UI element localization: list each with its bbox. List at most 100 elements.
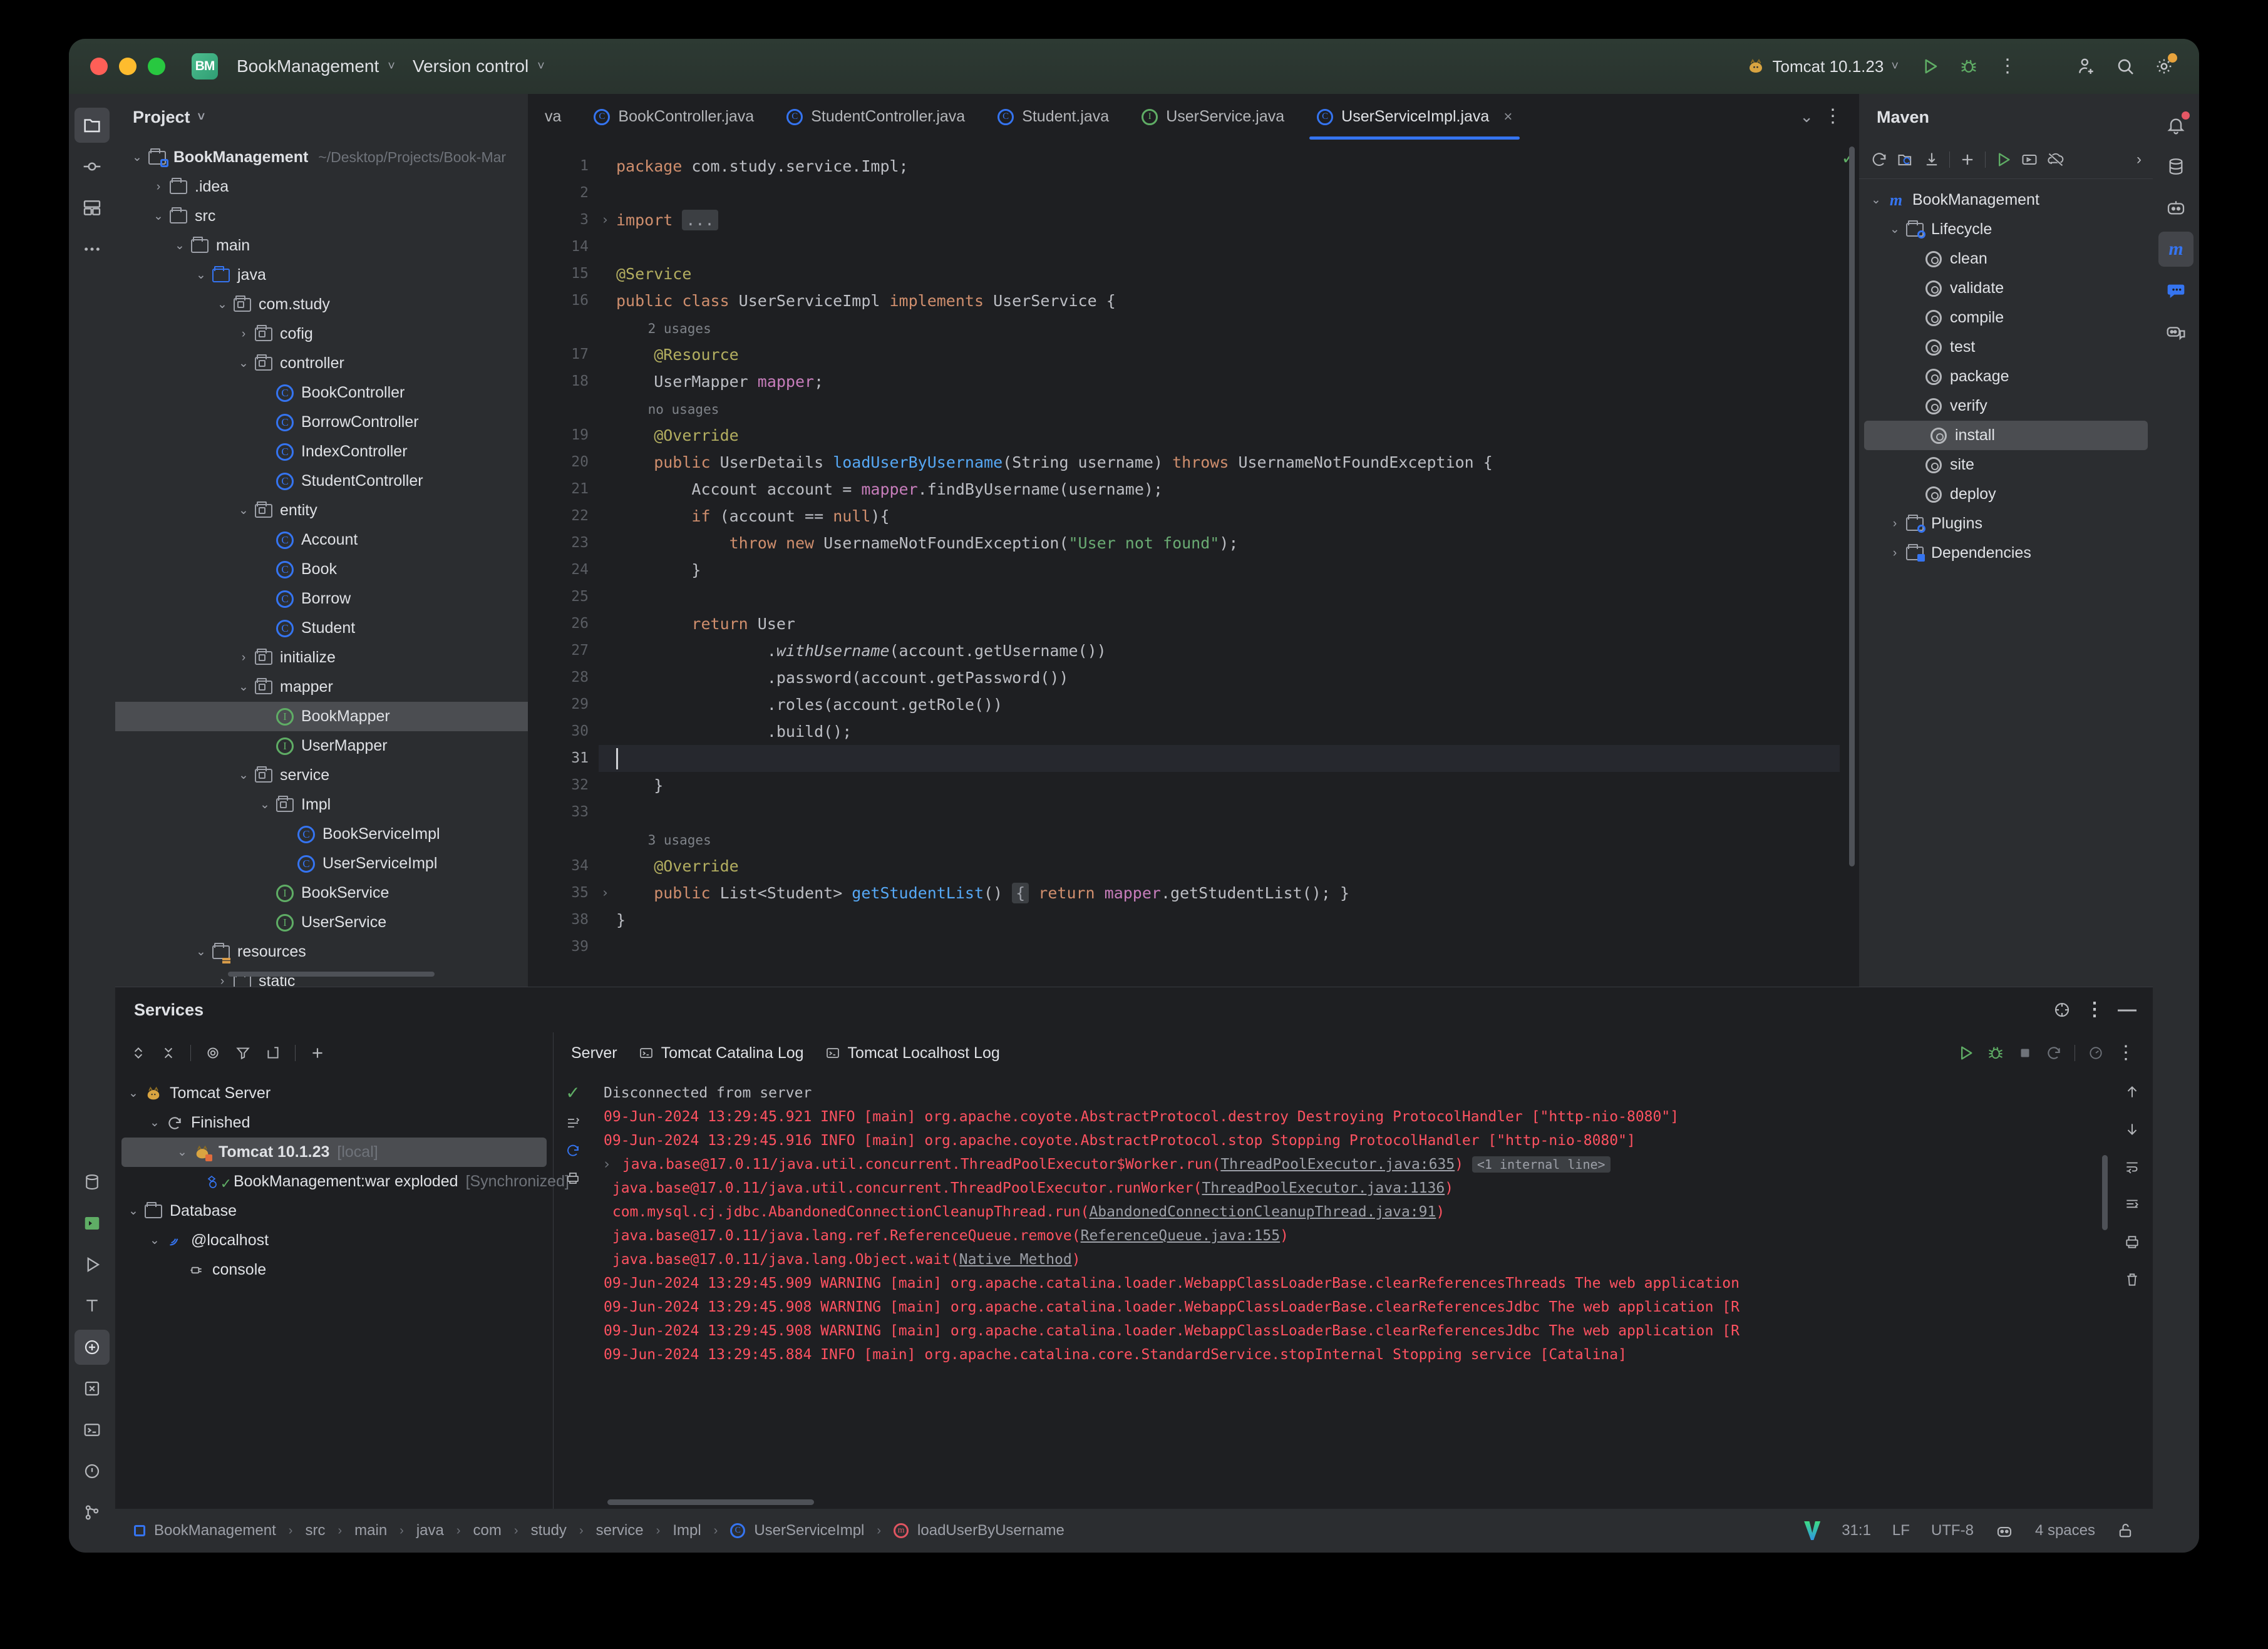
project-tree-row[interactable]: CUserServiceImpl <box>115 849 528 878</box>
gutter-line-number[interactable]: 20I <box>528 449 599 476</box>
breadcrumb-item[interactable]: UserServiceImpl <box>754 1522 864 1539</box>
chevron-right-icon[interactable]: › <box>1885 547 1904 560</box>
chevron-down-icon[interactable]: ⌄ <box>234 356 253 371</box>
indent-setting[interactable]: 4 spaces <box>2035 1522 2095 1539</box>
ai-assistant-icon[interactable] <box>1995 1521 2014 1540</box>
ai-assistant-rail-icon[interactable] <box>2158 314 2193 349</box>
maven-tree-row[interactable]: test <box>1859 332 2153 362</box>
maven-tree-row[interactable]: package <box>1859 362 2153 391</box>
watch-icon[interactable] <box>205 1045 221 1061</box>
project-tree-row[interactable]: CStudent <box>115 614 528 643</box>
console-output[interactable]: Disconnected from server09-Jun-2024 13:2… <box>592 1074 2111 1509</box>
code-line[interactable] <box>599 234 1840 260</box>
chevron-right-icon[interactable]: › <box>1885 517 1904 531</box>
editor-gutter[interactable]: 12314151617181920I2122232425262728293031… <box>528 140 599 987</box>
console-tab[interactable]: Server <box>571 1044 617 1062</box>
maven-tree-row[interactable]: clean <box>1859 244 2153 274</box>
code-line[interactable]: public class UserServiceImpl implements … <box>599 287 1840 314</box>
project-tree-horizontal-scrollbar[interactable] <box>228 972 435 977</box>
project-tree-row[interactable]: CBorrowController <box>115 408 528 437</box>
project-tree-row[interactable]: IUserService <box>115 908 528 937</box>
services-tree-row[interactable]: console <box>115 1255 553 1285</box>
project-tree-row[interactable]: ›static <box>115 967 528 987</box>
breadcrumb-item[interactable]: loadUserByUsername <box>917 1522 1064 1539</box>
run-icon[interactable] <box>1994 151 2012 168</box>
project-tree-row[interactable]: ⌄main <box>115 231 528 260</box>
gutter-line-number[interactable]: 28 <box>528 664 599 691</box>
project-tree-row[interactable]: ⌄resources <box>115 937 528 967</box>
code-line[interactable]: .password(account.getPassword()) <box>599 664 1840 691</box>
chevron-down-icon[interactable]: ⌄ <box>234 768 253 783</box>
stacktrace-link[interactable]: AbandonedConnectionCleanupThread.java:91 <box>1089 1204 1436 1220</box>
sidebar-item-problems[interactable] <box>75 1371 110 1406</box>
stop-icon[interactable] <box>2017 1045 2033 1061</box>
maven-rail-icon[interactable]: m <box>2158 232 2193 267</box>
gutter-line-number[interactable]: 38 <box>528 907 599 933</box>
gutter-line-number[interactable]: 21 <box>528 476 599 503</box>
chevron-down-icon[interactable]: ⌄ <box>1867 193 1885 207</box>
chevron-down-icon[interactable]: ⌄ <box>170 239 189 253</box>
code-line[interactable]: .withUsername(account.getUsername()) <box>599 637 1840 664</box>
project-tree[interactable]: ⌄BookManagement~/Desktop/Projects/Book-M… <box>115 140 528 987</box>
breadcrumb-item[interactable]: BookManagement <box>154 1522 276 1539</box>
chevron-right-icon[interactable]: › <box>234 327 253 341</box>
sidebar-item-terminal[interactable] <box>75 1412 110 1447</box>
project-tree-row[interactable]: CStudentController <box>115 466 528 496</box>
maven-tree-row[interactable]: ⌄mBookManagement <box>1859 185 2153 215</box>
sidebar-item-services-green[interactable] <box>75 1206 110 1241</box>
profile-icon[interactable] <box>2088 1045 2104 1061</box>
console-more-icon[interactable]: ⋮ <box>2116 1048 2135 1059</box>
chevron-down-icon[interactable]: ⌄ <box>128 150 147 165</box>
services-tree-row[interactable]: ⌄Database <box>115 1196 553 1226</box>
run-button[interactable] <box>1914 50 1946 83</box>
maven-tree-row[interactable]: install <box>1864 421 2148 450</box>
project-tree-row[interactable]: ⌄service <box>115 761 528 790</box>
chevron-down-icon[interactable]: ⌄ <box>234 503 253 518</box>
maven-tree[interactable]: ⌄mBookManagement⌄Lifecyclecleanvalidatec… <box>1859 179 2153 987</box>
run-configuration-selector[interactable]: Tomcat 10.1.23 ˅ <box>1738 52 1907 81</box>
breadcrumb-item[interactable]: src <box>305 1522 325 1539</box>
stacktrace-link[interactable]: ThreadPoolExecutor.java:1136 <box>1202 1180 1445 1196</box>
chevron-down-icon[interactable]: ⌄ <box>255 798 274 812</box>
toggle-offline-icon[interactable] <box>2047 151 2064 168</box>
gutter-line-number[interactable]: 35I <box>528 880 599 907</box>
project-tree-row[interactable]: IBookMapper <box>115 702 528 731</box>
editor-tab-more-icon[interactable]: ⋮ <box>1817 111 1848 122</box>
gutter-line-number[interactable]: 26 <box>528 610 599 637</box>
code-line[interactable] <box>599 583 1840 610</box>
gutter-line-number[interactable] <box>528 826 599 853</box>
download-sources-icon[interactable] <box>1923 151 1941 168</box>
project-menu[interactable]: BookManagement ˅ <box>228 51 404 81</box>
code-line[interactable]: .roles(account.getRole()) <box>599 691 1840 718</box>
code-line[interactable] <box>599 745 1840 772</box>
console-horizontal-scrollbar[interactable] <box>607 1499 814 1505</box>
soft-wrap-icon[interactable] <box>2124 1159 2140 1175</box>
maven-tree-row[interactable]: ›Dependencies <box>1859 538 2153 568</box>
project-tree-row[interactable]: ⌄java <box>115 260 528 290</box>
sidebar-item-services[interactable] <box>75 1330 110 1365</box>
chevron-down-icon[interactable]: ⌄ <box>213 297 232 312</box>
breadcrumb-item[interactable]: com <box>473 1522 502 1539</box>
project-tree-row[interactable]: CBookController <box>115 378 528 408</box>
project-tree-row[interactable]: ›.idea <box>115 172 528 202</box>
gutter-line-number[interactable]: 27 <box>528 637 599 664</box>
gutter-line-number[interactable]: 30 <box>528 718 599 745</box>
database-icon[interactable] <box>2158 149 2193 184</box>
breadcrumb-item[interactable]: Impl <box>673 1522 701 1539</box>
project-tree-row[interactable]: ⌄entity <box>115 496 528 525</box>
chevron-down-icon[interactable]: ⌄ <box>149 209 168 223</box>
project-tree-row[interactable]: ›cofig <box>115 319 528 349</box>
chevron-down-icon[interactable]: ⌄ <box>124 1086 143 1101</box>
more-actions-button[interactable]: ⋮ <box>1991 50 2024 83</box>
usage-hint[interactable]: no usages <box>616 402 719 417</box>
chevron-down-icon[interactable]: ⌄ <box>1885 222 1904 237</box>
gutter-line-number[interactable]: 2 <box>528 180 599 207</box>
services-tree-row[interactable]: ⌄@localhost <box>115 1226 553 1255</box>
close-tab-icon[interactable]: × <box>1503 108 1512 126</box>
gutter-line-number[interactable]: 17 <box>528 341 599 368</box>
editor-tab[interactable]: IUserService.java <box>1125 94 1301 140</box>
code-line[interactable]: .build(); <box>599 718 1840 745</box>
gutter-line-number[interactable]: 15 <box>528 260 599 287</box>
gutter-line-number[interactable]: 33 <box>528 799 599 826</box>
code-line[interactable]: 2 usages <box>599 314 1840 341</box>
